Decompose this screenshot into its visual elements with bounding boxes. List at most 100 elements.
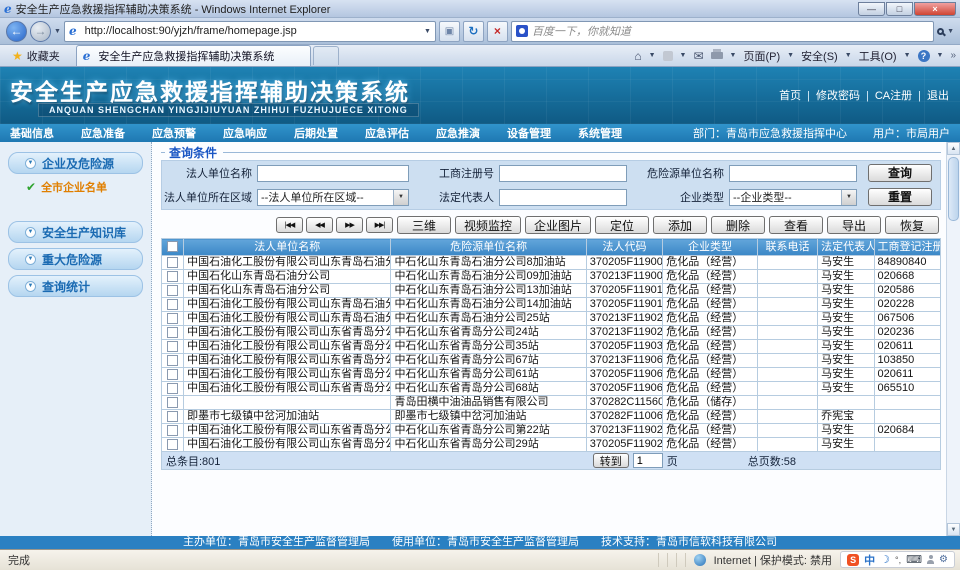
select-all-checkbox[interactable]	[167, 241, 178, 252]
print-icon[interactable]	[711, 52, 723, 59]
column-header[interactable]: 法定代表人	[818, 239, 874, 256]
browser-tab[interactable]: e 安全生产应急救援指挥辅助决策系统	[76, 45, 311, 66]
table-row[interactable]: 中国石油化工股份有限公司山东青岛石油分公司 中石化山东青岛石油分公司25站 37…	[162, 312, 941, 326]
menu-item[interactable]: 应急预警	[152, 125, 196, 141]
print-dropdown-icon[interactable]: ▼	[730, 52, 737, 59]
search-input[interactable]: 百度一下，你就知道	[532, 23, 929, 39]
pager-button[interactable]: ▶▶|	[366, 217, 393, 233]
sidebar-group-knowledge-base[interactable]: ▼ 安全生产知识库	[8, 221, 143, 243]
scroll-up-icon[interactable]: ▲	[947, 142, 960, 155]
pager-button[interactable]: |◀◀	[276, 217, 303, 233]
table-row[interactable]: 中国石化山东青岛石油分公司 中石化山东青岛石油分公司09加油站 370213F1…	[162, 270, 941, 284]
ime-settings-icon[interactable]: ⚙	[939, 554, 948, 565]
vertical-scrollbar[interactable]: ▲ ▼	[946, 142, 960, 536]
table-row[interactable]: 中国石油化工股份有限公司山东青岛石油分公司 中石化山东青岛石油分公司14加油站 …	[162, 298, 941, 312]
address-dropdown-icon[interactable]: ▼	[424, 28, 431, 35]
row-checkbox[interactable]	[167, 425, 178, 436]
search-icon[interactable]	[937, 28, 944, 35]
scrollbar-thumb[interactable]	[948, 157, 959, 221]
toolbar-button[interactable]: 添加	[653, 216, 707, 234]
ime-language-toggle[interactable]: 中	[864, 552, 875, 568]
table-row[interactable]: 中国石化山东青岛石油分公司 中石化山东青岛石油分公司13加油站 370205F1…	[162, 284, 941, 298]
region-select[interactable]: --法人单位所在区域-- ▼	[257, 189, 409, 206]
ime-punctuation-icon[interactable]: ☽	[880, 553, 890, 566]
overflow-chevron-icon[interactable]: »	[950, 50, 956, 61]
row-checkbox[interactable]	[167, 355, 178, 366]
search-box[interactable]: 百度一下，你就知道	[511, 21, 934, 42]
table-row[interactable]: 中国石油化工股份有限公司山东省青岛分公司 中石化山东省青岛分公司24站 3702…	[162, 326, 941, 340]
column-header[interactable]: 法人单位名称	[184, 239, 391, 256]
row-checkbox[interactable]	[167, 383, 178, 394]
tools-menu-arrow[interactable]: ▼	[904, 52, 911, 59]
table-row[interactable]: 中国石油化工股份有限公司山东省青岛分公司 中石化山东省青岛分公司61站 3702…	[162, 368, 941, 382]
toolbar-button[interactable]: 删除	[711, 216, 765, 234]
table-row[interactable]: 青岛田横中油油品销售有限公司 370282C115602 危化品（储存）	[162, 396, 941, 410]
menu-item[interactable]: 应急响应	[223, 125, 267, 141]
toolbar-button[interactable]: 恢复	[885, 216, 939, 234]
forward-button[interactable]: →	[30, 21, 51, 42]
goto-page-button[interactable]: 转到	[593, 453, 629, 468]
row-checkbox[interactable]	[167, 341, 178, 352]
ime-symbol-icon[interactable]: °,	[895, 555, 901, 565]
favorites-button[interactable]: ★ 收藏夹	[4, 46, 68, 66]
table-row[interactable]: 中国石油化工股份有限公司山东省青岛分公司 中石化山东省青岛分公司29站 3702…	[162, 438, 941, 452]
home-dropdown-icon[interactable]: ▼	[649, 52, 656, 59]
row-checkbox[interactable]	[167, 271, 178, 282]
column-header[interactable]: 危险源单位名称	[391, 239, 586, 256]
page-number-input[interactable]	[633, 453, 663, 468]
table-row[interactable]: 中国石油化工股份有限公司山东省青岛分公司 中石化山东省青岛分公司第22站 370…	[162, 424, 941, 438]
scroll-down-icon[interactable]: ▼	[947, 523, 960, 536]
feed-dropdown-icon[interactable]: ▼	[680, 52, 687, 59]
row-checkbox[interactable]	[167, 397, 178, 408]
safety-menu[interactable]: 安全(S)	[801, 48, 838, 64]
stop-button[interactable]: ×	[487, 21, 508, 42]
toolbar-button[interactable]: 查看	[769, 216, 823, 234]
top-link[interactable]: 修改密码	[804, 87, 863, 103]
column-header[interactable]: 企业类型	[663, 239, 758, 256]
corp-name-input[interactable]	[257, 165, 409, 182]
top-link[interactable]: 退出	[915, 87, 952, 103]
feed-icon[interactable]	[663, 51, 673, 61]
menu-item[interactable]: 系统管理	[578, 125, 622, 141]
table-row[interactable]: 中国石油化工股份有限公司山东省青岛分公司 中石化山东省青岛分公司35站 3702…	[162, 340, 941, 354]
hazard-name-input[interactable]	[729, 165, 857, 182]
search-options-icon[interactable]: ▼	[947, 28, 954, 35]
safety-menu-arrow[interactable]: ▼	[845, 52, 852, 59]
menu-item[interactable]: 设备管理	[507, 125, 551, 141]
toolbar-button[interactable]: 定位	[595, 216, 649, 234]
top-link[interactable]: 首页	[776, 87, 804, 103]
ime-skin-icon[interactable]	[927, 560, 934, 564]
back-button[interactable]: ←	[6, 21, 27, 42]
row-checkbox[interactable]	[167, 313, 178, 324]
row-checkbox[interactable]	[167, 369, 178, 380]
refresh-button[interactable]: ↻	[463, 21, 484, 42]
row-checkbox[interactable]	[167, 299, 178, 310]
toolbar-button[interactable]: 企业图片	[525, 216, 591, 234]
sidebar-item-city-enterprise-list[interactable]: ✔ 全市企业名单	[26, 179, 151, 195]
toolbar-button[interactable]: 三维	[397, 216, 451, 234]
table-row[interactable]: 中国石油化工股份有限公司山东省青岛分公司 中石化山东省青岛分公司68站 3702…	[162, 382, 941, 396]
pager-button[interactable]: ◀◀	[306, 217, 333, 233]
row-checkbox[interactable]	[167, 285, 178, 296]
type-select[interactable]: --企业类型-- ▼	[729, 189, 857, 206]
address-bar[interactable]: e http://localhost:90/yjzh/frame/homepag…	[64, 21, 436, 42]
menu-item[interactable]: 基础信息	[10, 125, 54, 141]
sogou-logo-icon[interactable]: S	[847, 554, 859, 566]
reg-no-input[interactable]	[499, 165, 627, 182]
toolbar-button[interactable]: 视频监控	[455, 216, 521, 234]
toolbar-button[interactable]: 导出	[827, 216, 881, 234]
row-checkbox[interactable]	[167, 257, 178, 268]
menu-item[interactable]: 应急推演	[436, 125, 480, 141]
minimize-button[interactable]: —	[858, 2, 885, 16]
history-dropdown-icon[interactable]: ▼	[54, 28, 61, 35]
home-icon[interactable]: ⌂	[634, 49, 641, 63]
address-input[interactable]: http://localhost:90/yjzh/frame/homepage.…	[85, 25, 420, 37]
top-link[interactable]: CA注册	[863, 87, 915, 103]
close-button[interactable]: ×	[914, 2, 956, 16]
column-header[interactable]: 联系电话	[757, 239, 817, 256]
pager-button[interactable]: ▶▶	[336, 217, 363, 233]
new-tab-button[interactable]	[313, 46, 339, 65]
sidebar-group-major-hazard[interactable]: ▼ 重大危险源	[8, 248, 143, 270]
row-checkbox[interactable]	[167, 327, 178, 338]
mail-icon[interactable]: ✉	[693, 49, 703, 63]
